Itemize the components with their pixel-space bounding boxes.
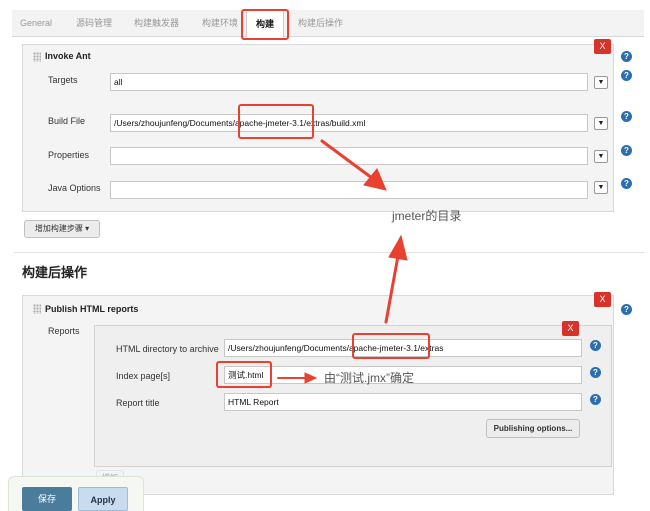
annotation-arrows (277, 139, 408, 384)
arrow-to-index-note-head (304, 372, 318, 384)
arrow-from-jmeter-note-head (388, 234, 408, 261)
arrow-to-jmeter-note (320, 139, 374, 180)
arrow-to-jmeter-note-head (363, 168, 387, 191)
arrow-from-jmeter-note (384, 254, 400, 324)
apply-button[interactable]: Apply (78, 487, 128, 511)
save-button[interactable]: 保存 (22, 487, 72, 511)
